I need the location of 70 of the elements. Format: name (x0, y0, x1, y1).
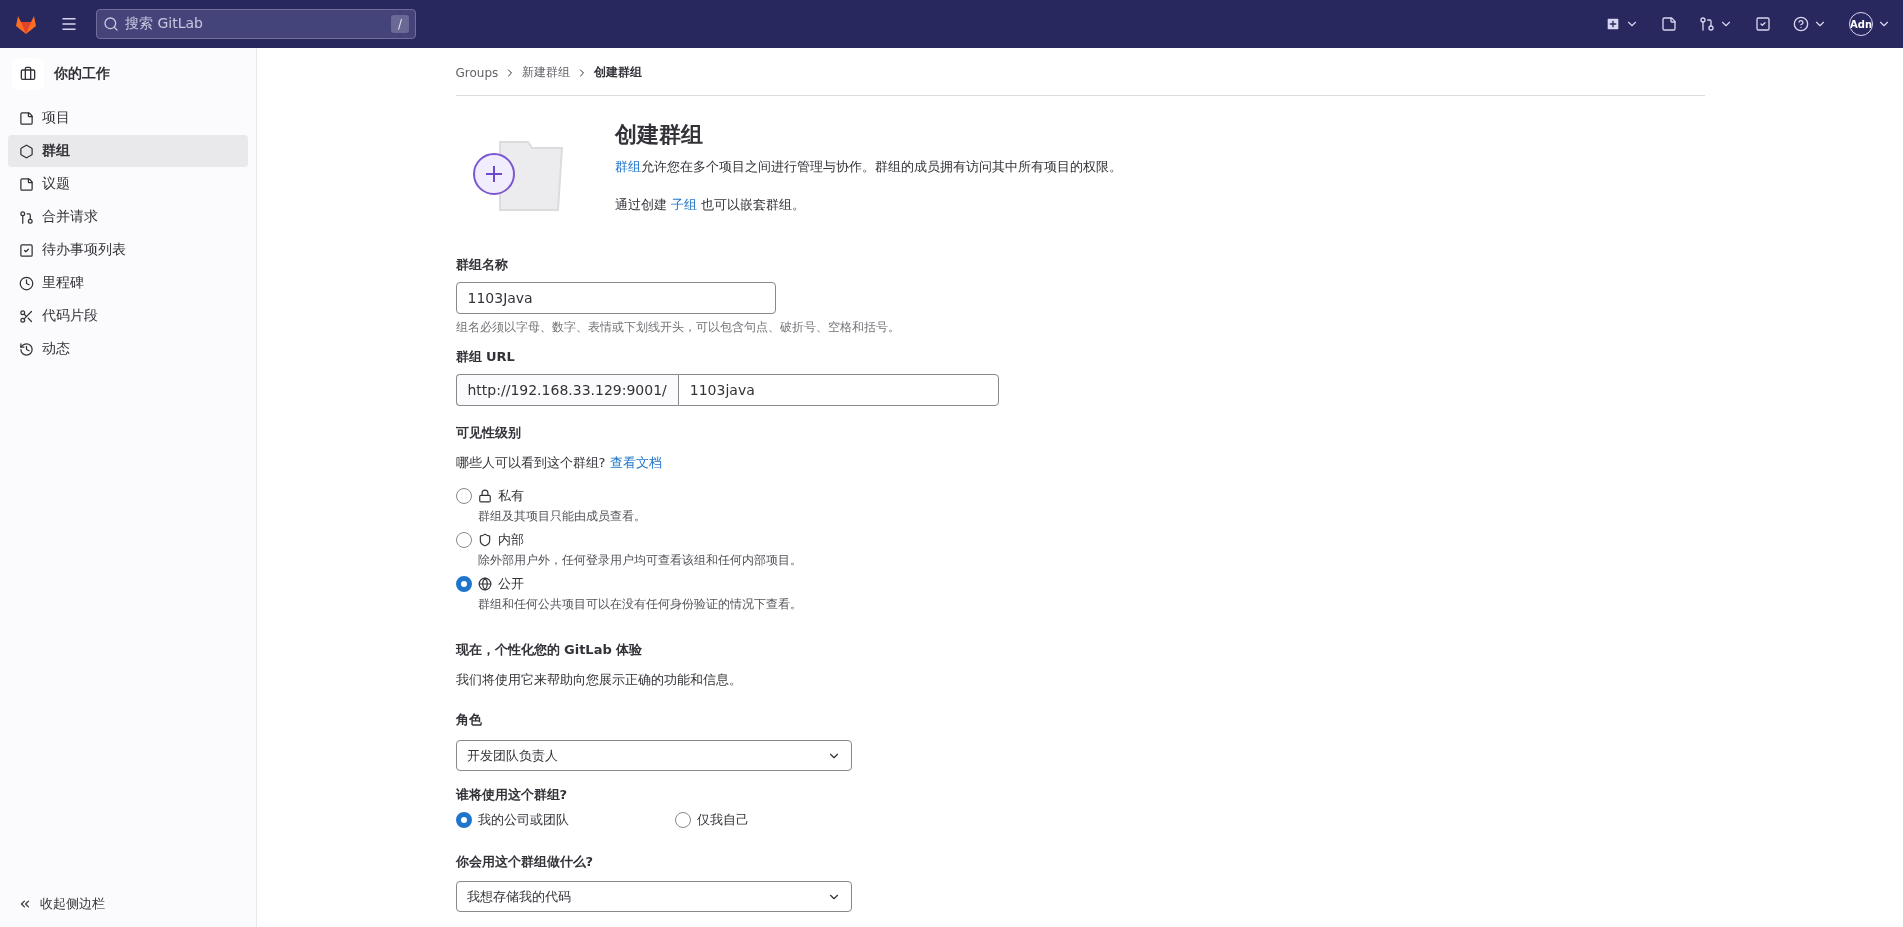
radio-button[interactable] (455, 812, 472, 828)
field-label: 群组 URL (455, 348, 516, 366)
nav-icon (19, 176, 34, 192)
purpose-select[interactable]: 我想存储我的代码 (455, 881, 852, 912)
search-field[interactable]: 搜索 GitLab / (96, 9, 416, 39)
radio-button[interactable] (455, 532, 472, 548)
url-prefix: http://192.168.33.129:9001/ (455, 374, 678, 406)
visibility-icon (477, 533, 492, 547)
sidebar-title: 你的工作 (54, 65, 110, 83)
option-description: 群组及其项目只能由成员查看。 (477, 508, 647, 525)
page-title: 创建群组 (614, 121, 704, 149)
briefcase-icon (12, 58, 44, 90)
nav-icon (19, 242, 34, 258)
sidebar-item[interactable]: 合并请求 (8, 201, 248, 233)
search-placeholder: 搜索 GitLab (125, 15, 203, 33)
nav-icon (19, 341, 34, 357)
help-text: 组名必须以字母、数字、表情或下划线开头，可以包含句点、破折号、空格和括号。 (455, 319, 901, 336)
todo-icon[interactable] (1755, 16, 1771, 32)
radio-button[interactable] (455, 576, 472, 592)
nav-icon (19, 110, 34, 126)
breadcrumb-link[interactable]: 创建群组 (594, 64, 643, 81)
sidebar-item[interactable]: 动态 (8, 333, 248, 365)
shortcut-key: / (390, 15, 409, 33)
sidebar-item[interactable]: 群组 (8, 135, 248, 167)
nav-icon (19, 308, 34, 324)
group-name-input[interactable]: 1103Java (455, 282, 776, 314)
sidebar-item[interactable]: 代码片段 (8, 300, 248, 332)
group-url-input[interactable]: 1103java (677, 374, 999, 406)
field-label: 谁将使用这个群组? (455, 786, 569, 804)
option-label: 公开 (497, 575, 524, 593)
option-description: 除外部用户外，任何登录用户均可查看该组和任何内部项目。 (477, 552, 803, 569)
sidebar-item[interactable]: 项目 (8, 102, 248, 134)
option-label: 内部 (497, 531, 524, 549)
section-description: 我们将使用它来帮助向您展示正确的功能和信息。 (455, 671, 743, 689)
field-label: 群组名称 (455, 256, 509, 274)
new-menu-icon[interactable] (1605, 16, 1639, 32)
search-icon (103, 16, 119, 32)
field-label: 你会用这个群组做什么? (455, 853, 595, 871)
sidebar-item[interactable]: 议题 (8, 168, 248, 200)
subgroup-text: 通过创建 子组 也可以嵌套群组。 (614, 196, 806, 214)
subgroup-link[interactable]: 子组 (670, 197, 697, 212)
field-label: 可见性级别 (455, 424, 522, 442)
field-label: 角色 (455, 711, 483, 729)
radio-button[interactable] (455, 488, 472, 504)
role-select[interactable]: 开发团队负责人 (455, 740, 852, 771)
help-icon[interactable] (1793, 16, 1827, 32)
merge-request-icon[interactable] (1699, 16, 1733, 32)
description-text: 群组允许您在多个项目之间进行管理与协作。群组的成员拥有访问其中所有项目的权限。 (614, 158, 1122, 176)
option-label: 私有 (497, 487, 524, 505)
issues-icon[interactable] (1661, 16, 1677, 32)
sidebar-item[interactable]: 里程碑 (8, 267, 248, 299)
docs-link[interactable]: 查看文档 (609, 455, 662, 470)
groups-link[interactable]: 群组 (614, 159, 641, 174)
option-description: 群组和任何公共项目可以在没有任何身份验证的情况下查看。 (477, 596, 803, 613)
section-title: 现在，个性化您的 GitLab 体验 (455, 641, 644, 659)
double-chevron-icon (18, 897, 32, 911)
radio-button[interactable] (674, 812, 691, 828)
breadcrumb-link[interactable]: 新建群组 (522, 64, 571, 81)
menu-icon[interactable] (60, 15, 78, 33)
collapse-sidebar-link[interactable]: 收起侧边栏 (8, 895, 248, 919)
option-label: 我的公司或团队 (477, 811, 569, 829)
nav-icon (19, 209, 34, 225)
option-label: 仅我自己 (696, 811, 749, 829)
visibility-icon (477, 577, 492, 591)
sidebar-item[interactable]: 待办事项列表 (8, 234, 248, 266)
breadcrumb-link[interactable]: Groups (455, 65, 499, 80)
nav-icon (19, 143, 34, 159)
visibility-icon (477, 489, 492, 503)
nav-icon (19, 275, 34, 291)
visibility-question: 哪些人可以看到这个群组? 查看文档 (455, 454, 663, 472)
